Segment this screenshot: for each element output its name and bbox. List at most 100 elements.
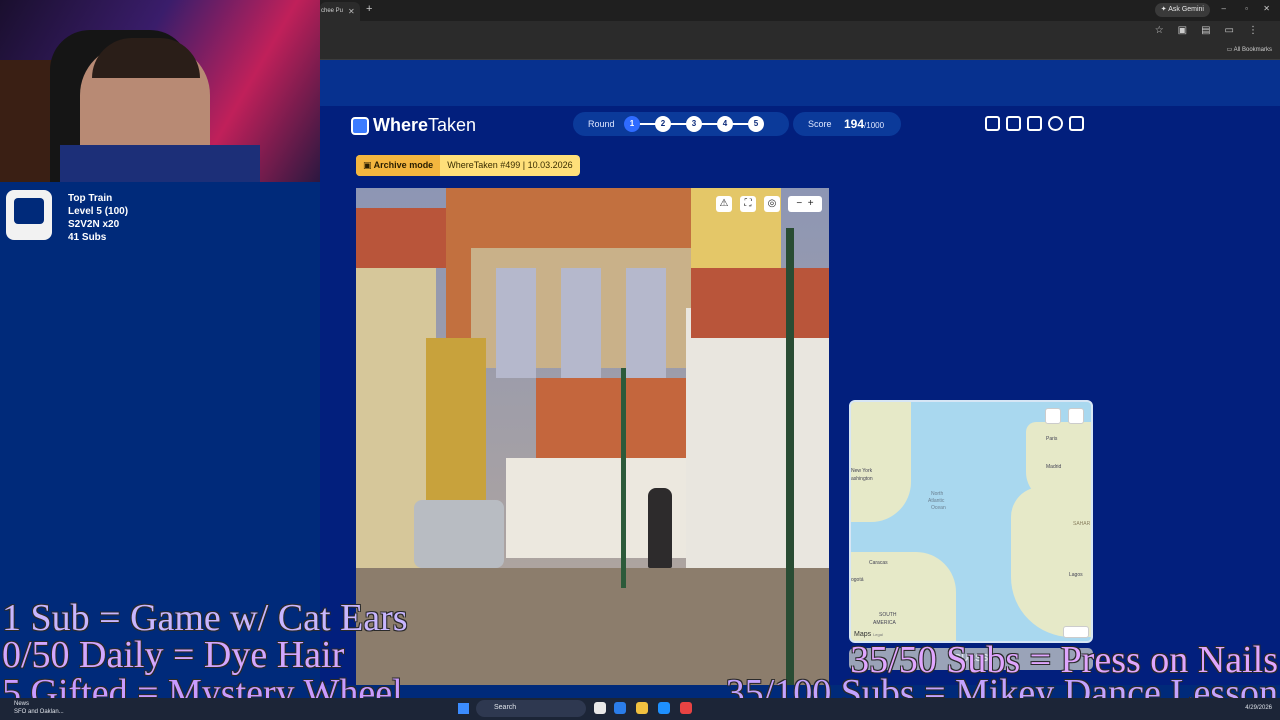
store-icon[interactable] xyxy=(680,702,692,714)
hype-train-code: S2V2N x20 xyxy=(68,219,120,230)
score-indicator: Score 194/1000 xyxy=(793,112,901,136)
zoom-out-button[interactable]: − xyxy=(796,198,802,209)
tab-title: chee Pu xyxy=(321,8,344,14)
round-label: Round xyxy=(588,119,615,129)
guess-map[interactable]: New York ashington Paris Madrid North At… xyxy=(849,400,1093,643)
round-dot-2[interactable]: 2 xyxy=(655,116,671,132)
archive-mode-tag[interactable]: ▣ Archive mode xyxy=(356,155,441,176)
share-icon[interactable] xyxy=(1006,116,1021,131)
logo-icon xyxy=(351,116,369,135)
map-brand: Maps Legal xyxy=(854,631,883,638)
news-widget[interactable]: News SFO and Oaklan... xyxy=(14,700,64,716)
score-label: Score xyxy=(808,119,832,129)
all-bookmarks-link[interactable]: ▭ All Bookmarks xyxy=(1227,46,1272,53)
map-zoom-controls[interactable] xyxy=(1063,626,1089,638)
browser-tab-bar: chee Pu ✕ + ✦ Ask Gemini – ▫ ✕ xyxy=(320,0,1280,21)
report-warning-icon[interactable]: ⚠ xyxy=(716,196,732,212)
train-icon xyxy=(6,190,52,240)
close-tab-icon[interactable]: ✕ xyxy=(348,7,355,16)
photo-white-houses xyxy=(506,458,706,558)
archive-icon: ▣ xyxy=(363,160,374,170)
toolbar-icons[interactable]: ☆▣▤▭⋮ xyxy=(1155,25,1272,36)
round-dot-3[interactable]: 3 xyxy=(686,116,702,132)
round-indicator: Round 1 2 3 4 5 xyxy=(573,112,789,136)
photo-lamp-post-near xyxy=(786,228,794,685)
photo-cobblestone-street xyxy=(356,568,829,685)
close-window-icon[interactable]: ✕ xyxy=(1263,4,1270,13)
map-label-ocean-1: North xyxy=(931,491,944,497)
map-label-ocean-3: Ocean xyxy=(931,505,946,511)
edge-icon[interactable] xyxy=(614,702,626,714)
map-label-caracas: Caracas xyxy=(869,560,888,566)
photo-pedestrian xyxy=(648,488,672,568)
photo-right-roof xyxy=(691,268,829,338)
map-fullscreen-icon[interactable] xyxy=(1045,408,1061,424)
task-view-icon[interactable] xyxy=(594,702,606,714)
map-label-bogota: ogotá xyxy=(851,577,864,583)
hype-train-title: Top Train xyxy=(68,193,113,204)
header-icons xyxy=(985,116,1084,131)
logo-taken: Taken xyxy=(428,115,477,135)
map-label-new-york: New York xyxy=(851,468,873,474)
wheretaken-logo[interactable]: WhereTaken xyxy=(351,115,476,136)
photo-left-roof xyxy=(356,208,446,268)
webcam-shirt xyxy=(60,145,260,182)
webcam-furniture xyxy=(0,60,55,182)
map-label-ocean-2: Atlantic xyxy=(928,498,945,504)
map-label-south: SOUTH xyxy=(879,612,897,618)
map-label-washington: ashington xyxy=(851,476,873,482)
map-south-america xyxy=(851,552,956,641)
ask-gemini-button[interactable]: ✦ Ask Gemini xyxy=(1154,3,1210,17)
gear-icon[interactable] xyxy=(1048,116,1063,131)
archive-banner: ▣ Archive mode WhereTaken #499 | 10.03.2… xyxy=(356,155,580,176)
map-legal-link[interactable]: Legal xyxy=(873,632,883,637)
map-label-lagos: Lagos xyxy=(1069,572,1083,578)
gamepad-icon[interactable] xyxy=(985,116,1000,131)
round-dot-1[interactable]: 1 xyxy=(624,116,640,132)
map-north-america xyxy=(851,402,911,522)
map-focus-icon[interactable] xyxy=(1068,408,1084,424)
bookmarks-bar: ▭ All Bookmarks xyxy=(320,42,1280,60)
map-label-madrid: Madrid xyxy=(1046,464,1062,470)
minimize-icon[interactable]: – xyxy=(1222,4,1226,13)
photo-parked-car xyxy=(414,500,504,568)
new-tab-icon[interactable]: + xyxy=(366,3,372,15)
hype-train-level: Level 5 (100) xyxy=(68,206,129,217)
restore-icon[interactable]: ▫ xyxy=(1245,4,1248,13)
webcam-feed xyxy=(0,0,320,182)
mail-icon[interactable] xyxy=(658,702,670,714)
round-dot-4[interactable]: 4 xyxy=(717,116,733,132)
taskbar-date: 4/29/2026 xyxy=(1245,705,1272,711)
round-dot-5[interactable]: 5 xyxy=(748,116,764,132)
page-top-strip xyxy=(320,60,1280,106)
map-label-paris: Paris xyxy=(1046,436,1058,442)
map-africa xyxy=(1011,487,1091,637)
map-label-america: AMERICA xyxy=(873,620,896,626)
photo-window-c xyxy=(626,268,666,378)
photo-window-a xyxy=(496,268,536,378)
photo-window-b xyxy=(561,268,601,378)
stats-icon[interactable] xyxy=(1027,116,1042,131)
hype-train-widget: Top Train Level 5 (100) S2V2N x20 41 Sub… xyxy=(68,192,128,244)
score-max: /1000 xyxy=(864,121,885,130)
logo-where: Where xyxy=(373,115,429,135)
photo-lamp-post xyxy=(621,368,626,588)
windows-taskbar: News SFO and Oaklan... Search 4/29/2026 xyxy=(0,698,1280,720)
address-bar[interactable]: ☆▣▤▭⋮ xyxy=(320,21,1280,42)
zoom-in-button[interactable]: + xyxy=(808,198,814,209)
zoom-controls: − + xyxy=(788,196,822,212)
file-explorer-icon[interactable] xyxy=(636,702,648,714)
profile-icon[interactable] xyxy=(1069,116,1084,131)
browser-tab[interactable]: chee Pu ✕ xyxy=(320,2,360,21)
score-value: 194/1000 xyxy=(844,117,885,131)
taskbar-search[interactable]: Search xyxy=(476,700,586,717)
hype-train-subs: 41 Subs xyxy=(68,232,107,243)
map-label-sahara: SAHAR xyxy=(1073,521,1091,527)
wheretaken-page: WhereTaken Round 1 2 3 4 5 Score 194/100… xyxy=(320,60,1280,685)
location-photo[interactable]: ⚠ ⛶ ◎ − + xyxy=(356,188,829,685)
folder-icon: ▭ xyxy=(1226,47,1234,53)
fullscreen-icon[interactable]: ⛶ xyxy=(740,196,756,212)
puzzle-info: WhereTaken #499 | 10.03.2026 xyxy=(447,160,573,170)
windows-start-icon[interactable] xyxy=(458,703,469,714)
focus-icon[interactable]: ◎ xyxy=(764,196,780,212)
